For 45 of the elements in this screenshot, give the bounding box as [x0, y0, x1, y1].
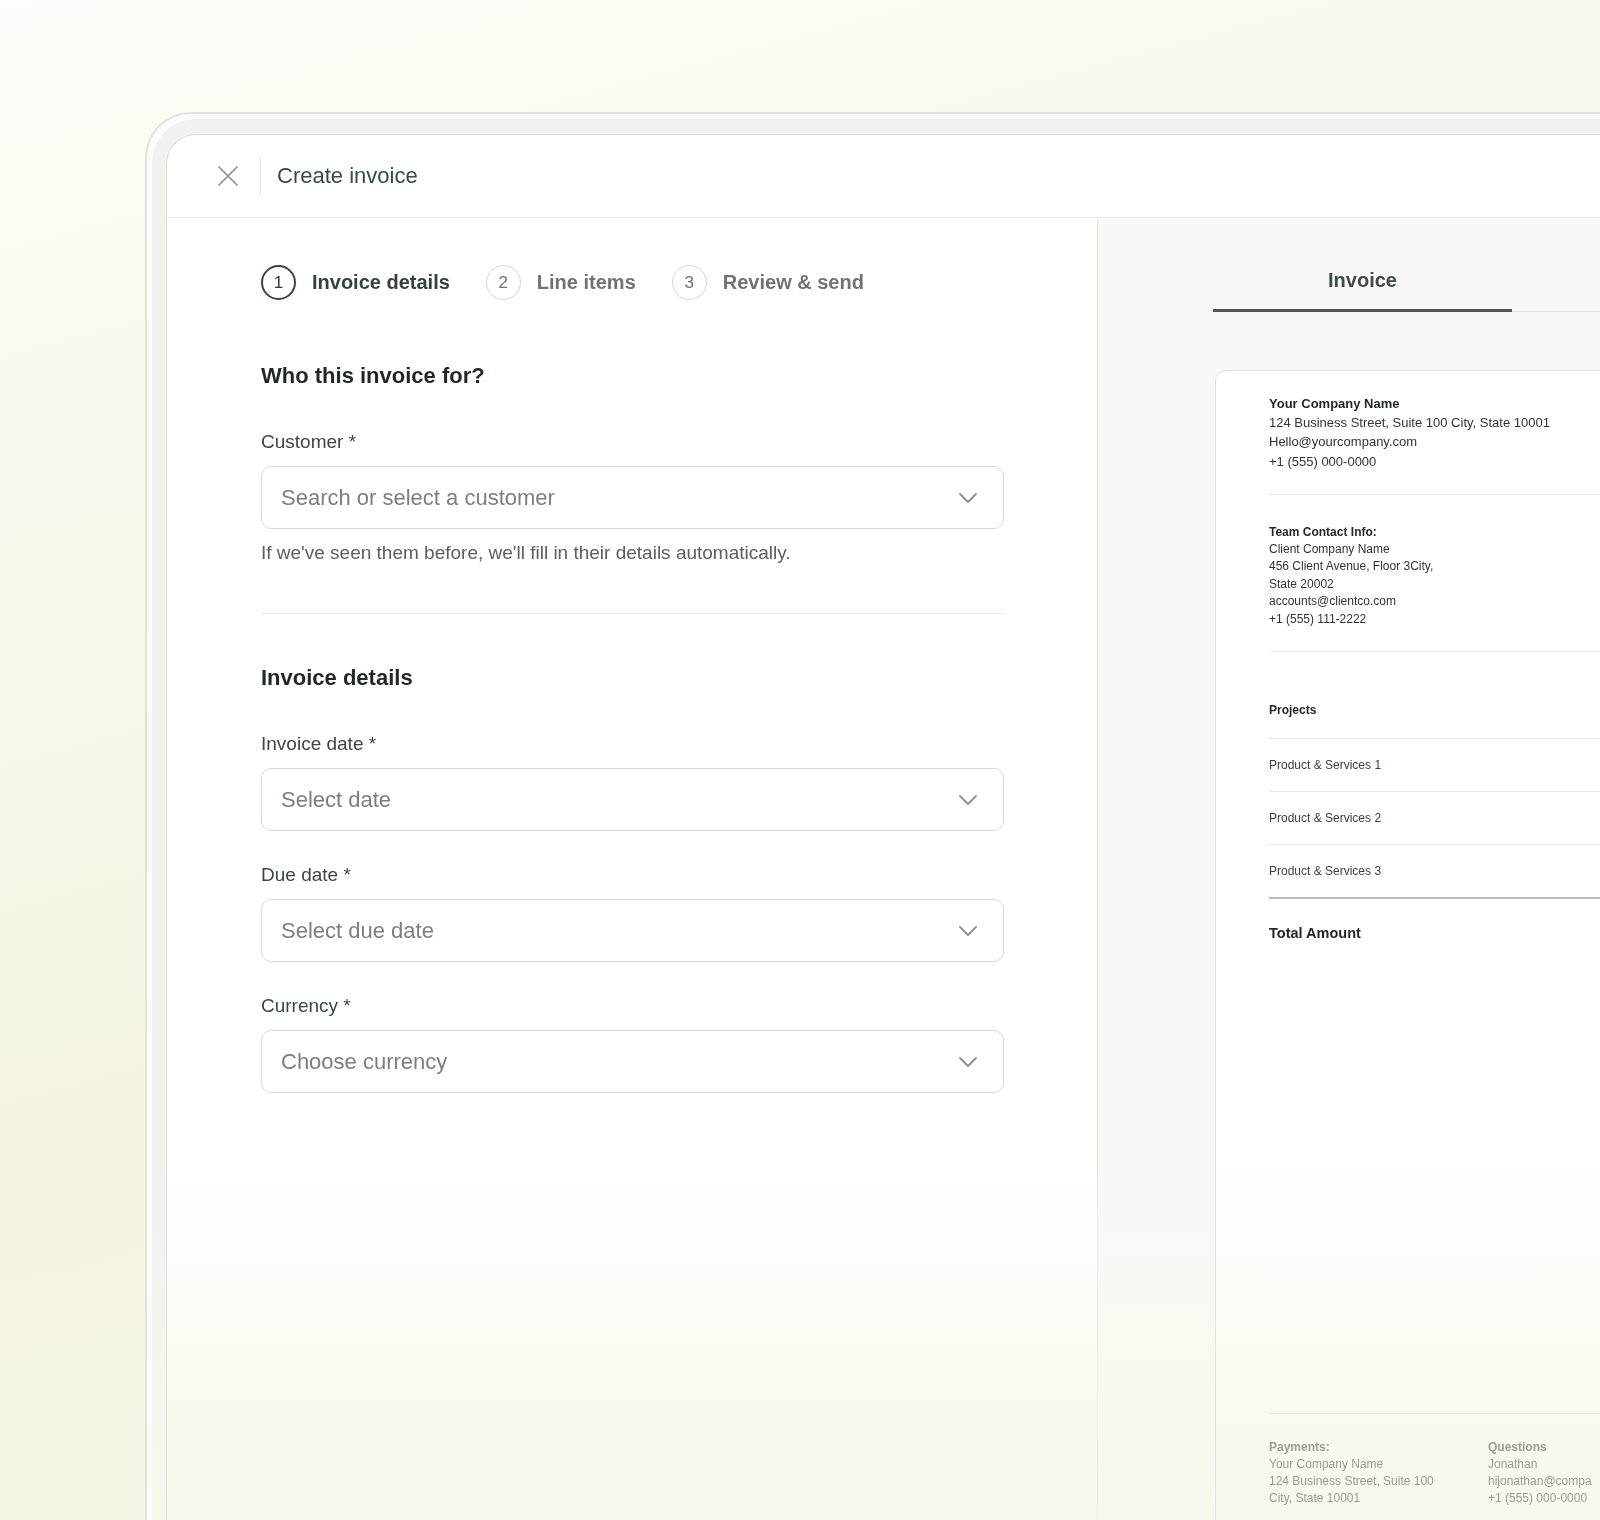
client-detail: accounts@clientco.com — [1269, 593, 1396, 611]
dropdown-field[interactable]: Select date — [261, 768, 1004, 831]
project-item: Product & Services 3 — [1269, 864, 1382, 879]
close-icon[interactable] — [218, 166, 238, 186]
help-text: If we've seen them before, we'll fill in their details automatically. — [261, 541, 791, 565]
footer-detail: 124 Business Street, Suite 100 — [1269, 1473, 1434, 1490]
footer-detail: City, State 10001 — [1269, 1490, 1361, 1507]
chevron-down-icon — [959, 794, 977, 805]
total-label: Total Amount — [1269, 924, 1361, 944]
company-name: Your Company Name — [1269, 395, 1400, 413]
step-tab[interactable]: 3 Review & send — [671, 264, 864, 300]
window-title: Create invoice — [277, 163, 418, 189]
dropdown-field[interactable]: Select due date — [261, 899, 1004, 962]
project-item: Product & Services 1 — [1269, 758, 1382, 773]
client-heading: Team Contact Info: — [1269, 523, 1377, 541]
chevron-down-icon — [959, 1056, 977, 1067]
company-detail: Hello@yourcompany.com — [1269, 433, 1418, 452]
projects-heading: Projects — [1269, 703, 1317, 718]
client-detail: State 20002 — [1269, 575, 1334, 593]
dropdown-field[interactable]: Choose currency — [261, 1030, 1004, 1093]
section-heading: Who this invoice for? — [261, 362, 485, 390]
chevron-down-icon — [959, 925, 977, 936]
footer-detail: hijonathan@compa — [1488, 1473, 1592, 1490]
section-heading: Invoice details — [261, 664, 413, 692]
footer-heading: Payments: — [1269, 1439, 1330, 1456]
step-tab[interactable]: 2 Line items — [485, 264, 636, 300]
step-number: 1 — [261, 264, 296, 300]
field-label: Due date * — [261, 863, 351, 887]
footer-detail: Jonathan — [1488, 1456, 1538, 1473]
dropdown-field[interactable]: Search or select a customer — [261, 466, 1004, 529]
preview-tab[interactable]: Invoice — [1213, 256, 1512, 312]
step-tab[interactable]: 1 Invoice details — [261, 264, 450, 300]
footer-detail: +1 (555) 000-0000 — [1488, 1490, 1588, 1507]
chevron-down-icon — [959, 492, 977, 503]
client-detail: +1 (555) 111-2222 — [1269, 610, 1367, 628]
field-label: Currency * — [261, 994, 351, 1018]
client-detail: 456 Client Avenue, Floor 3City, — [1269, 558, 1434, 576]
field-label: Customer * — [261, 430, 357, 454]
footer-detail: Your Company Name — [1269, 1456, 1384, 1473]
project-item: Product & Services 2 — [1269, 811, 1382, 826]
footer-heading: Questions — [1488, 1439, 1547, 1456]
client-detail: Client Company Name — [1269, 540, 1390, 558]
company-detail: 124 Business Street, Suite 100 City, State 10001 — [1269, 414, 1550, 432]
field-label: Invoice date * — [261, 732, 377, 756]
company-detail: +1 (555) 000-0000 — [1269, 452, 1377, 471]
